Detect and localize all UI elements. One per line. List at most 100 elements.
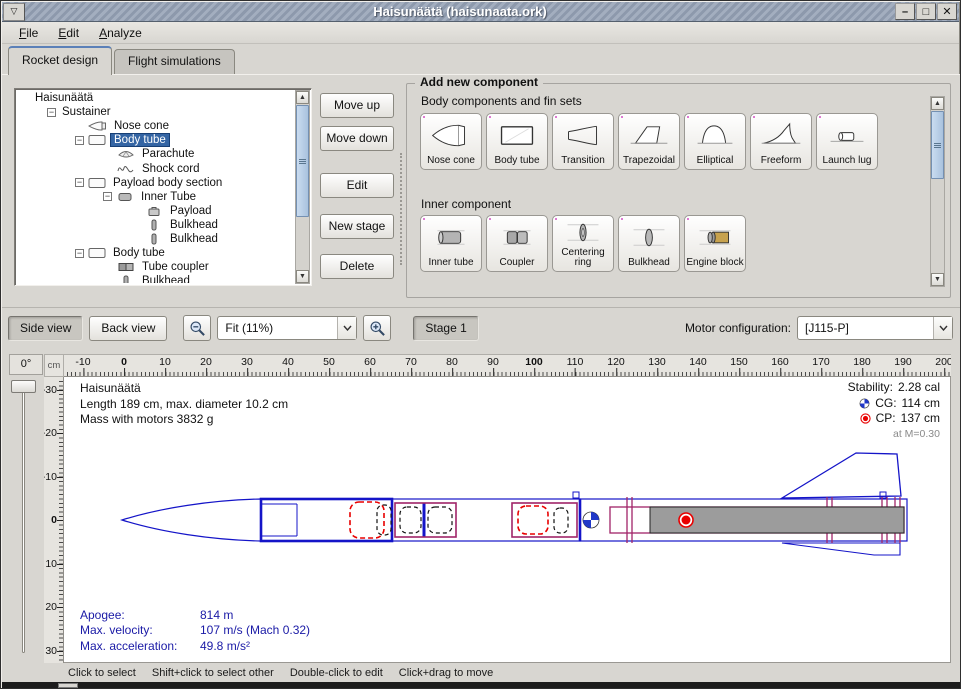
tree-item-nose-cone[interactable]: Nose cone xyxy=(17,119,294,133)
expand-toggle[interactable]: − xyxy=(75,136,84,145)
component-panel-scrollbar-thumb[interactable] xyxy=(931,111,944,179)
nosecone-icon xyxy=(88,120,108,132)
scroll-up-icon[interactable]: ▲ xyxy=(931,97,944,110)
motor-configuration-select[interactable]: [J115-P] xyxy=(797,316,953,340)
component-button-label: Body tube xyxy=(494,156,539,167)
inner-tube-contents-outline[interactable] xyxy=(428,507,452,533)
tree-item-sustainer[interactable]: −Sustainer xyxy=(17,105,294,119)
tree-item-bulkhead[interactable]: Bulkhead xyxy=(17,274,294,283)
minimize-button[interactable]: – xyxy=(895,3,915,20)
menu-file[interactable]: File xyxy=(10,24,47,42)
side-view-button[interactable]: Side view xyxy=(8,316,83,341)
tab-flight-simulations[interactable]: Flight simulations xyxy=(114,49,235,74)
chevron-down-icon xyxy=(933,317,952,339)
payload-body-section[interactable] xyxy=(392,499,580,541)
view-toolbar: Side view Back view Fit (11%) Stage 1 M xyxy=(8,313,953,343)
tab-rocket-design[interactable]: Rocket design xyxy=(8,46,112,75)
menu-analyze[interactable]: Analyze xyxy=(90,24,151,42)
tree-item-shock-cord[interactable]: Shock cord xyxy=(17,161,294,175)
tree-item-payload-body-section[interactable]: −Payload body section xyxy=(17,176,294,190)
add-transition-button[interactable]: Transition xyxy=(552,113,614,170)
add-component-legend: Add new component xyxy=(415,75,543,89)
tree-item-tube-coupler[interactable]: Tube coupler xyxy=(17,260,294,274)
new-stage-button[interactable]: New stage xyxy=(320,214,394,239)
window-menu-button[interactable]: ▽ xyxy=(3,3,25,21)
back-view-button[interactable]: Back view xyxy=(89,316,167,341)
add-elliptical-button[interactable]: Elliptical xyxy=(684,113,746,170)
bodytube-icon xyxy=(87,177,107,189)
panel-splitter[interactable] xyxy=(400,153,403,265)
add-body-tube-button[interactable]: Body tube xyxy=(486,113,548,170)
h-ruler-tick-30: 30 xyxy=(241,356,253,368)
centering-ring-icon xyxy=(553,216,613,248)
component-panel-scrollbar[interactable]: ▲ ▼ xyxy=(930,96,945,287)
tree-item-bulkhead[interactable]: Bulkhead xyxy=(17,218,294,232)
scroll-down-icon[interactable]: ▼ xyxy=(931,273,944,286)
tree-item-body-tube[interactable]: −Body tube xyxy=(17,133,294,147)
expand-toggle[interactable]: − xyxy=(75,249,84,258)
tree-item-payload[interactable]: Payload xyxy=(17,204,294,218)
tree-scrollbar[interactable]: ▲ ▼ xyxy=(295,90,310,284)
add-inner-tube-button[interactable]: Inner tube xyxy=(420,215,482,272)
zoom-out-icon xyxy=(189,320,206,337)
scroll-up-icon[interactable]: ▲ xyxy=(296,91,309,104)
add-centering-ring-button[interactable]: Centering ring xyxy=(552,215,614,272)
edit-button[interactable]: Edit xyxy=(320,173,394,198)
add-freeform-button[interactable]: Freeform xyxy=(750,113,812,170)
tree-item-bulkhead[interactable]: Bulkhead xyxy=(17,232,294,246)
parachute-2-outline[interactable] xyxy=(518,506,548,534)
zoom-out-button[interactable] xyxy=(183,315,211,341)
v-ruler-tick-0: 0 xyxy=(51,514,57,526)
nose-cone-shape[interactable] xyxy=(122,499,261,541)
menubar: File Edit Analyze xyxy=(2,22,959,44)
zoom-in-button[interactable] xyxy=(363,315,391,341)
v-ruler-tick--30: -30 xyxy=(44,384,57,396)
resize-notch[interactable] xyxy=(58,683,78,688)
component-button-label: Freeform xyxy=(761,156,802,167)
tree-scrollbar-thumb[interactable] xyxy=(296,105,309,217)
tree-item-label: Inner Tube xyxy=(138,191,199,203)
payload-outline[interactable] xyxy=(400,507,421,533)
h-ruler-tick-110: 110 xyxy=(567,356,584,368)
tree-item-haisun-t-[interactable]: Haisunäätä xyxy=(17,91,294,105)
scroll-down-icon[interactable]: ▼ xyxy=(296,270,309,283)
delete-button[interactable]: Delete xyxy=(320,254,394,279)
engine-block-icon xyxy=(685,216,745,258)
component-button-label: Centering ring xyxy=(553,248,613,269)
close-button[interactable]: ✕ xyxy=(937,3,957,20)
rotation-slider[interactable] xyxy=(22,390,25,653)
tree-item-parachute[interactable]: Parachute xyxy=(17,147,294,161)
expand-toggle[interactable]: − xyxy=(47,108,56,117)
rocket-canvas[interactable]: Haisunäätä Length 189 cm, max. diameter … xyxy=(64,377,951,663)
move-up-button[interactable]: Move up xyxy=(320,93,394,118)
add-coupler-button[interactable]: Coupler xyxy=(486,215,548,272)
add-nose-cone-button[interactable]: Nose cone xyxy=(420,113,482,170)
add-engine-block-button[interactable]: Engine block xyxy=(684,215,746,272)
v-ruler-tick--20: -20 xyxy=(44,427,57,439)
rotation-slider-handle[interactable] xyxy=(11,380,36,393)
body-tube-1[interactable] xyxy=(261,499,392,541)
zoom-select[interactable]: Fit (11%) xyxy=(217,316,357,340)
fin-lower[interactable] xyxy=(782,543,900,555)
tree-item-inner-tube[interactable]: − Inner Tube xyxy=(17,190,294,204)
expand-toggle[interactable]: − xyxy=(75,178,84,187)
stage-1-button[interactable]: Stage 1 xyxy=(413,316,478,341)
innertube-icon xyxy=(115,191,135,203)
launch-lug-1[interactable] xyxy=(573,492,579,498)
fin-upper[interactable] xyxy=(782,453,901,498)
add-launch-lug-button[interactable]: Launch lug xyxy=(816,113,878,170)
add-trapezoidal-button[interactable]: Trapezoidal xyxy=(618,113,680,170)
move-down-button[interactable]: Move down xyxy=(320,126,394,151)
shock-cord-2-outline[interactable] xyxy=(554,508,568,533)
h-ruler-tick-190: 190 xyxy=(894,356,912,368)
component-button-label: Bulkhead xyxy=(628,258,670,269)
expand-toggle[interactable]: − xyxy=(103,192,112,201)
menu-edit[interactable]: Edit xyxy=(49,24,88,42)
launch-lug-icon xyxy=(817,114,877,156)
launch-lug-2[interactable] xyxy=(880,492,886,498)
tree-item-body-tube[interactable]: −Body tube xyxy=(17,246,294,260)
add-bulkhead-button[interactable]: Bulkhead xyxy=(618,215,680,272)
nose-shoulder[interactable] xyxy=(261,504,297,536)
maximize-button[interactable]: □ xyxy=(916,3,936,20)
h-ruler-tick-90: 90 xyxy=(487,356,499,368)
